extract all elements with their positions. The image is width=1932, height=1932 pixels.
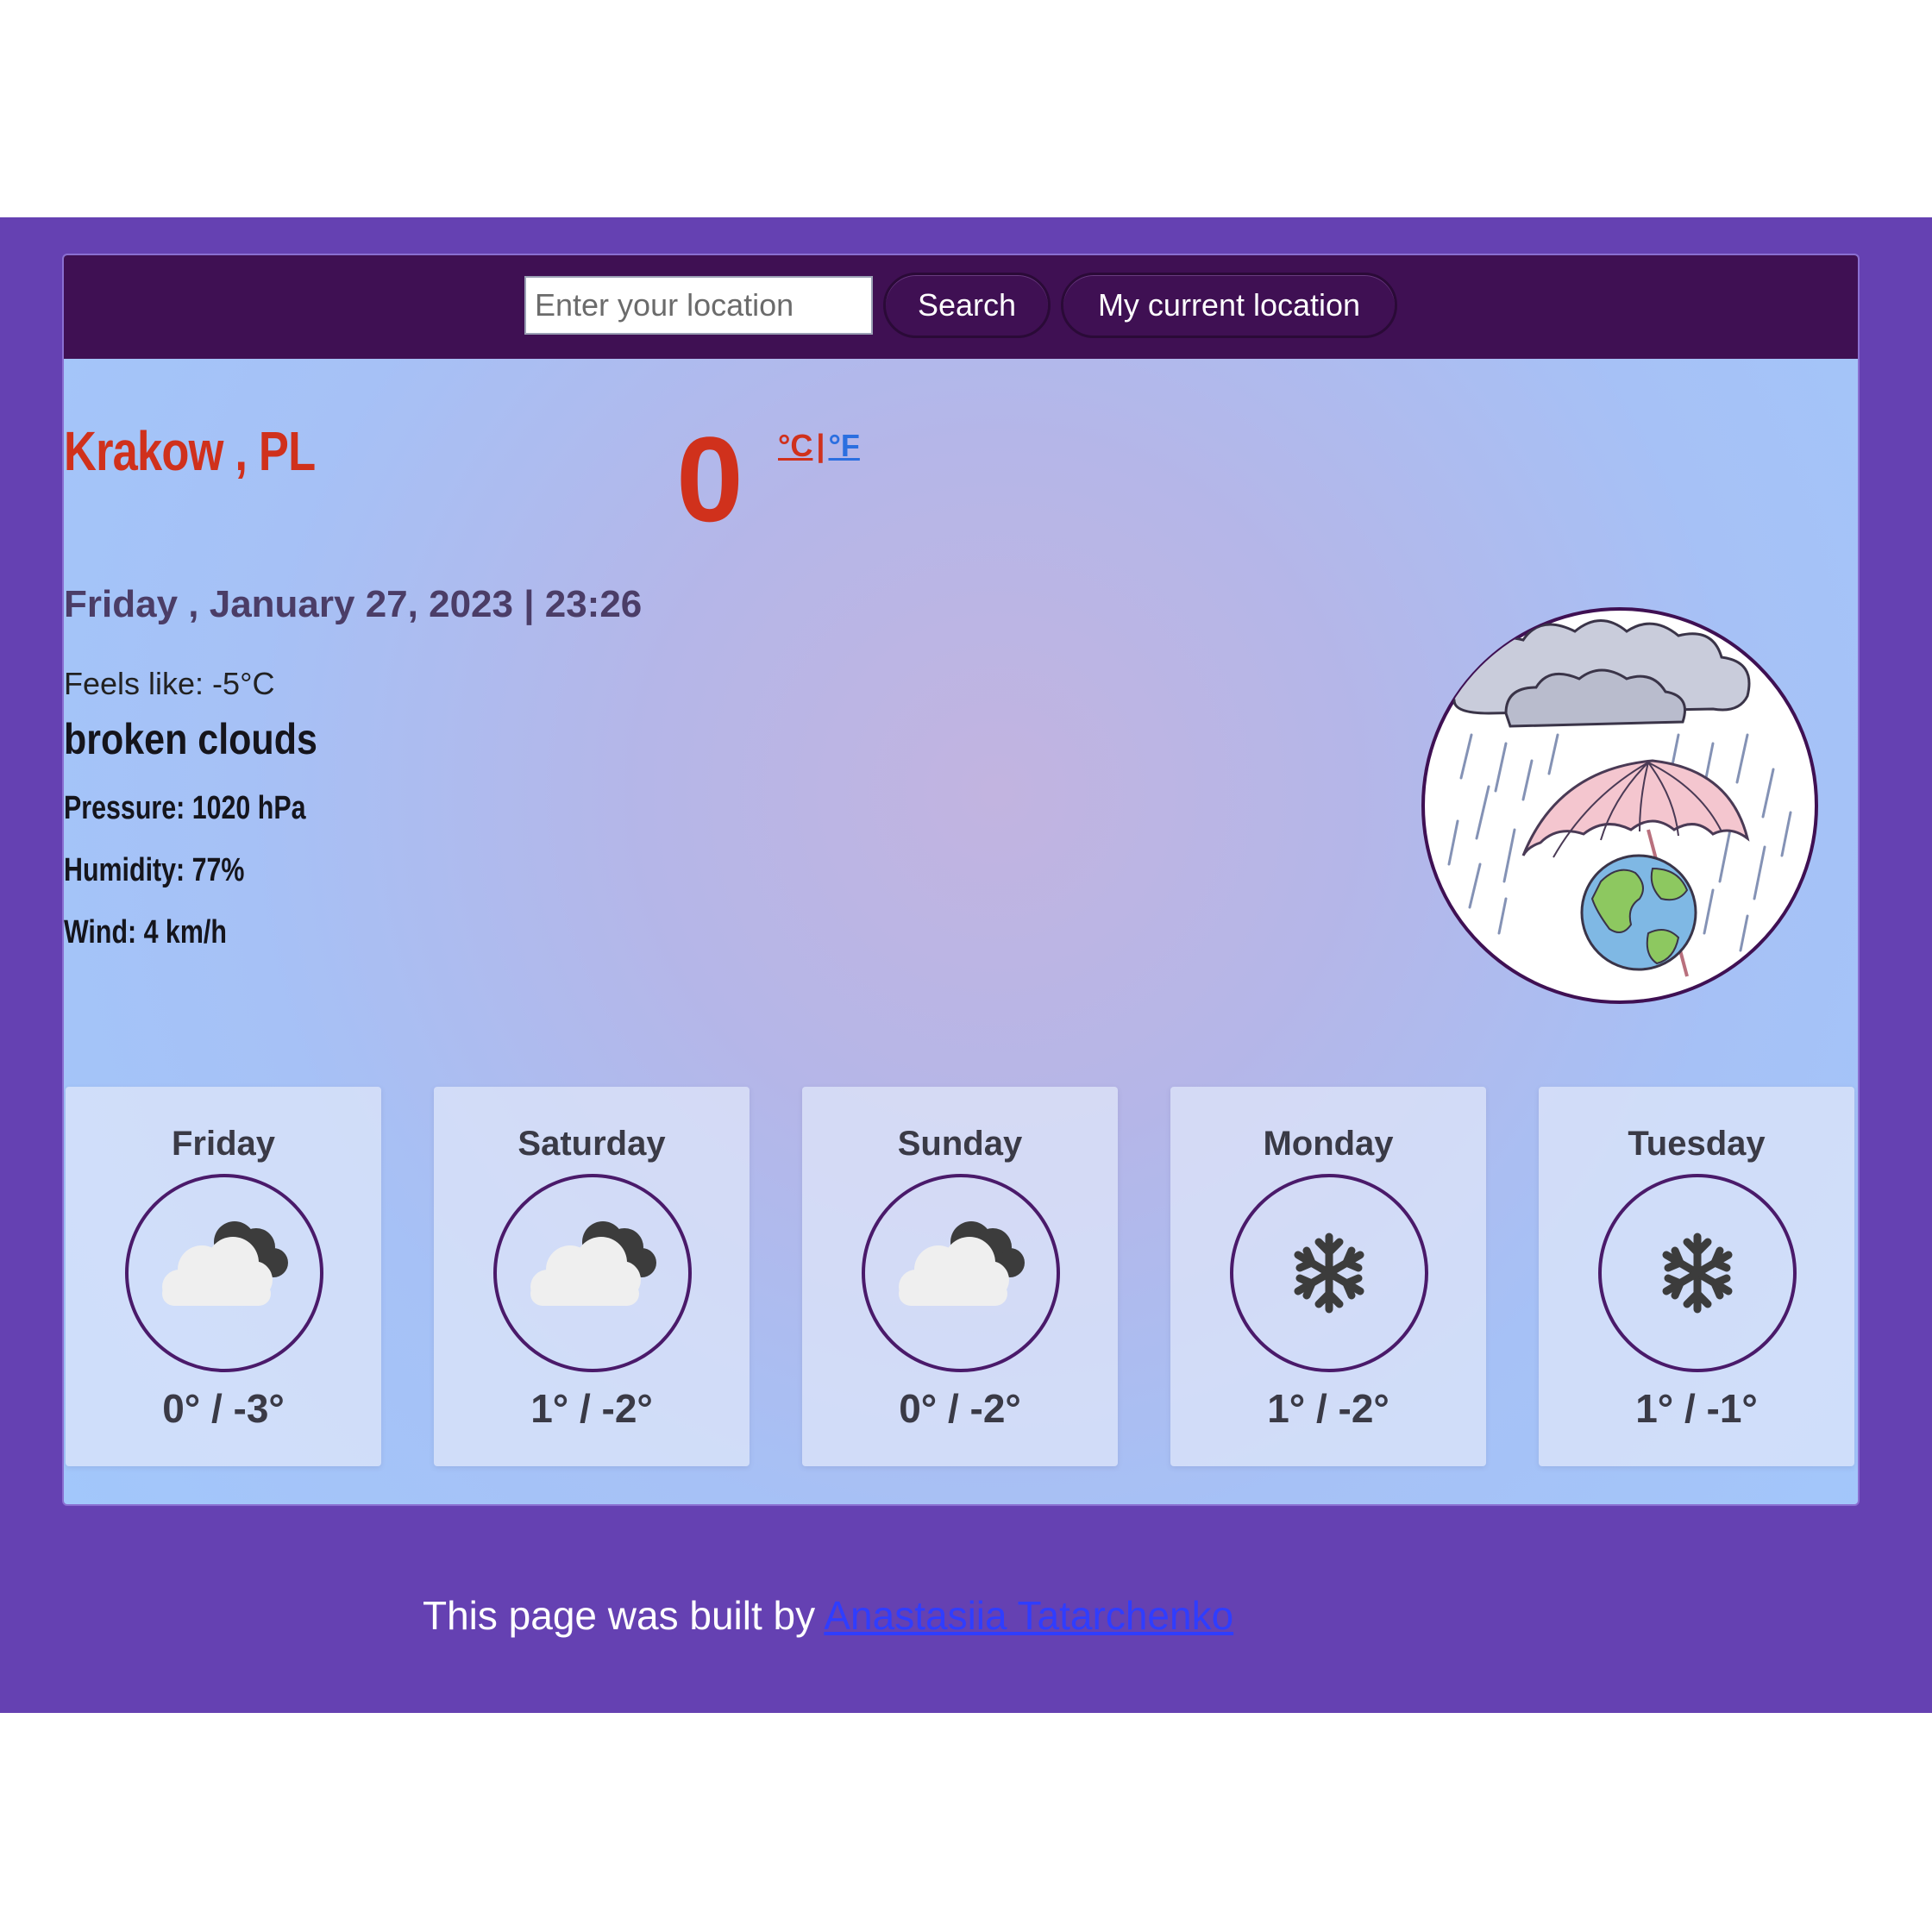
cloudy-icon	[862, 1174, 1060, 1372]
fahrenheit-link[interactable]: °F	[828, 428, 859, 463]
cloudy-icon	[493, 1174, 692, 1372]
forecast-day-card: Tuesday 1° / -1°	[1539, 1087, 1854, 1466]
forecast-temp-range: 1° / -1°	[1635, 1386, 1758, 1431]
forecast-temp-range: 0° / -2°	[899, 1386, 1021, 1431]
unit-separator: |	[816, 428, 825, 463]
forecast-day-card: Monday 1° / -2°	[1170, 1087, 1486, 1466]
forecast-temp-range: 1° / -2°	[530, 1386, 653, 1431]
current-temperature: 0	[676, 411, 743, 547]
weather-description: broken clouds	[64, 715, 317, 763]
current-datetime: Friday , January 27, 2023 | 23:26	[64, 583, 643, 625]
unit-toggle: °C | °F	[778, 428, 860, 464]
humidity-value: Humidity: 77%	[64, 852, 245, 888]
forecast-temp-range: 0° / -3°	[162, 1386, 285, 1431]
forecast-day-name: Sunday	[897, 1125, 1023, 1163]
author-link[interactable]: Anastasiia Tatarchenko	[824, 1593, 1233, 1638]
rain-umbrella-globe-illustration	[1421, 607, 1818, 1004]
feels-like: Feels like: -5°C	[64, 666, 275, 701]
search-bar: Search My current location	[64, 255, 1858, 359]
search-button[interactable]: Search	[883, 273, 1051, 338]
snowflake-icon	[1598, 1174, 1797, 1372]
location-search-input[interactable]	[524, 276, 873, 335]
footer-text: This page was built by	[423, 1593, 825, 1638]
forecast-day-card: Sunday 0° / -2°	[802, 1087, 1118, 1466]
pressure-value: Pressure: 1020 hPa	[64, 790, 306, 826]
wind-value: Wind: 4 km/h	[64, 914, 227, 950]
city-name: Krakow , PL	[64, 420, 316, 482]
forecast-day-name: Tuesday	[1628, 1125, 1766, 1163]
forecast-day-card: Saturday 1° / -2°	[434, 1087, 750, 1466]
current-location-button[interactable]: My current location	[1061, 273, 1397, 338]
forecast-day-name: Saturday	[518, 1125, 666, 1163]
snowflake-icon	[1230, 1174, 1428, 1372]
forecast-day-name: Monday	[1263, 1125, 1394, 1163]
page-footer: This page was built by Anastasiia Tatarc…	[423, 1592, 1233, 1639]
cloudy-icon	[125, 1174, 323, 1372]
celsius-link[interactable]: °C	[778, 428, 812, 463]
forecast-day-card: Friday 0° / -3°	[66, 1087, 381, 1466]
forecast-row: Friday 0° / -3° Saturday 1° / -2° Sunday	[66, 1087, 1858, 1466]
forecast-day-name: Friday	[171, 1125, 276, 1163]
forecast-temp-range: 1° / -2°	[1267, 1386, 1389, 1431]
weather-app-card: Search My current location Krakow , PL 0…	[62, 254, 1860, 1506]
